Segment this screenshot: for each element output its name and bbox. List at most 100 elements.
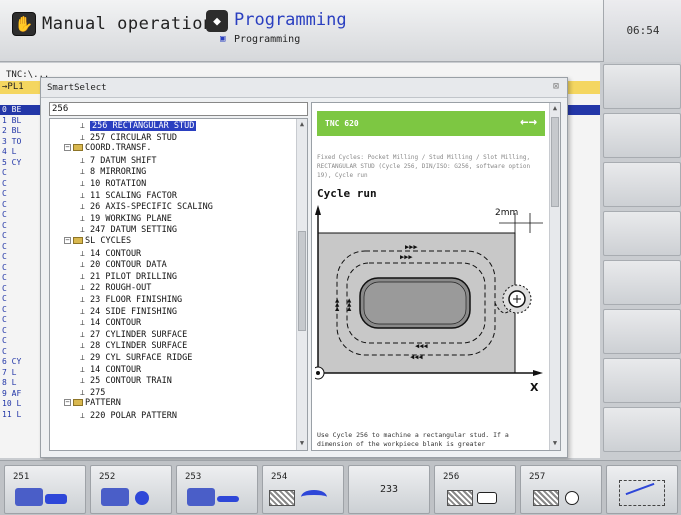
tree-item[interactable]: ⊥ 24 SIDE FINISHING [80,306,177,317]
tree-item[interactable]: ⊥ 25 CONTOUR TRAIN [80,375,172,386]
programming-mode[interactable]: ◆ Programming ▣ Programming [206,10,347,45]
tree-item[interactable]: ⊥ 23 FLOOR FINISHING [80,294,182,305]
program-line[interactable]: C [2,284,7,294]
program-line[interactable]: C [2,189,7,199]
tree-item[interactable]: ⊥ 22 ROUGH-OUT [80,282,151,293]
scroll-down-icon[interactable]: ▼ [551,439,559,449]
tree-item[interactable]: ⊥ 14 CONTOUR [80,317,141,328]
tree-item[interactable]: ⊥ 11 SCALING FACTOR [80,190,177,201]
program-line[interactable]: C [2,168,7,178]
program-line[interactable]: C [2,326,7,336]
cycle-tree[interactable]: ⊥ 256 RECTANGULAR STUD ⊥ 257 CIRCULAR STUD −… [49,118,308,451]
program-line[interactable]: 6 CY [2,357,21,367]
softkey-257[interactable]: 257 [520,465,602,514]
tree-item[interactable]: ⊥ 21 PILOT DRILLING [80,271,177,282]
program-line[interactable]: C [2,252,7,262]
collapse-icon[interactable]: − [64,237,71,244]
collapse-icon[interactable]: − [64,144,71,152]
program-line[interactable]: C [2,210,7,220]
collapse-icon[interactable]: − [64,399,71,407]
tree-item-label: 256 RECTANGULAR STUD [90,121,197,131]
vertical-softkey[interactable] [603,407,681,452]
program-line[interactable]: C [2,336,7,346]
tree-item[interactable]: ⊥ 28 CYLINDER SURFACE [80,340,187,351]
vertical-softkey[interactable] [603,260,681,305]
tree-item-label: 8 MIRRORING [90,167,147,178]
softkey-252[interactable]: 252 [90,465,172,514]
tree-item[interactable]: ⊥ 29 CYL SURFACE RIDGE [80,352,192,363]
program-line[interactable]: C [2,347,7,357]
program-line[interactable]: C [2,294,7,304]
tree-item[interactable]: ⊥ 257 CIRCULAR STUD [80,132,177,143]
tree-folder[interactable]: − PATTERN [64,398,121,409]
cycle-icon: ⊥ [80,364,85,374]
program-line[interactable]: 5 CY [2,158,21,168]
tree-scrollbar[interactable]: ▲ ▼ [296,119,307,450]
help-scrollbar[interactable]: ▲ ▼ [549,103,560,450]
machining-icon [187,488,215,506]
tree-item[interactable]: ⊥ 14 CONTOUR [80,364,141,375]
program-line[interactable]: 9 AF [2,389,21,399]
scroll-up-icon[interactable]: ▲ [551,104,559,114]
program-line[interactable]: C [2,273,7,283]
tree-folder[interactable]: − COORD.TRANSF. [64,143,152,154]
tree-item[interactable]: ⊥ 256 RECTANGULAR STUD [80,120,197,131]
program-line[interactable]: C [2,221,7,231]
program-line[interactable]: C [2,305,7,315]
program-line[interactable]: 2 BL [2,126,21,136]
program-line[interactable]: C [2,231,7,241]
tree-item[interactable]: ⊥ 10 ROTATION [80,178,146,189]
tree-item[interactable]: ⊥ 20 CONTOUR DATA [80,259,167,270]
tree-item[interactable]: ⊥ 27 CYLINDER SURFACE [80,329,187,340]
program-line[interactable]: C [2,315,7,325]
vertical-softkey[interactable] [603,211,681,256]
vertical-softkey[interactable] [603,358,681,403]
mode-header: ✋ Manual operation ◆ Programming ▣ Progr… [0,0,681,62]
tree-item[interactable]: ⊥ 7 DATUM SHIFT [80,155,157,166]
softkey-254[interactable]: 254 [262,465,344,514]
softkey-251[interactable]: 251 [4,465,86,514]
close-icon[interactable]: ⊠ [553,81,559,92]
tree-item[interactable]: ⊥ 247 DATUM SETTING [80,224,177,235]
tree-item[interactable]: ⊥ 275 [80,387,105,398]
softkey-256[interactable]: 256 [434,465,516,514]
tree-item-label: 10 ROTATION [90,179,147,189]
tree-item[interactable]: ⊥ 19 WORKING PLANE [80,213,172,224]
scroll-up-icon[interactable]: ▲ [298,120,306,130]
cycle-icon: ⊥ [80,411,85,420]
program-line[interactable]: 0 BE [2,105,21,115]
tree-item[interactable]: ⊥ 220 POLAR PATTERN [80,410,177,421]
program-line[interactable]: 10 L [2,399,21,409]
program-line[interactable]: 7 L [2,368,16,378]
help-scroll-thumb[interactable] [551,117,559,207]
tree-folder[interactable]: − SL CYCLES [64,236,131,247]
vertical-softkey[interactable] [603,113,681,158]
program-line[interactable]: C [2,242,7,252]
program-line[interactable]: 1 BL [2,116,21,126]
program-line[interactable]: C [2,200,7,210]
tree-item[interactable]: ⊥ 8 MIRRORING [80,166,146,177]
search-input[interactable] [49,102,308,116]
program-line[interactable]: C [2,179,7,189]
manual-operation-mode[interactable]: ✋ Manual operation [12,12,214,36]
program-line[interactable]: 4 L [2,147,16,157]
tree-item[interactable]: ⊥ 26 AXIS-SPECIFIC SCALING [80,201,213,212]
clock: 06:54 [626,24,660,37]
vertical-softkey[interactable] [603,162,681,207]
softkey-number: 257 [529,472,546,482]
tree-item[interactable]: ⊥ 14 CONTOUR [80,248,141,259]
dimension-label: 2mm [495,208,518,218]
program-line[interactable]: 11 L [2,410,21,420]
program-line[interactable]: C [2,263,7,273]
program-line[interactable]: 8 L [2,378,16,388]
tree-scroll-thumb[interactable] [298,231,306,331]
program-line[interactable]: 3 TO [2,137,21,147]
softkey-233[interactable]: 233 [348,465,430,514]
scroll-down-icon[interactable]: ▼ [298,439,306,449]
dialog-title: SmartSelect [47,83,107,93]
softkey-next-level[interactable] [606,465,678,514]
vertical-softkey[interactable] [603,309,681,354]
nav-arrows-icon[interactable]: ←→ [520,114,537,130]
softkey-253[interactable]: 253 [176,465,258,514]
vertical-softkey[interactable] [603,64,681,109]
